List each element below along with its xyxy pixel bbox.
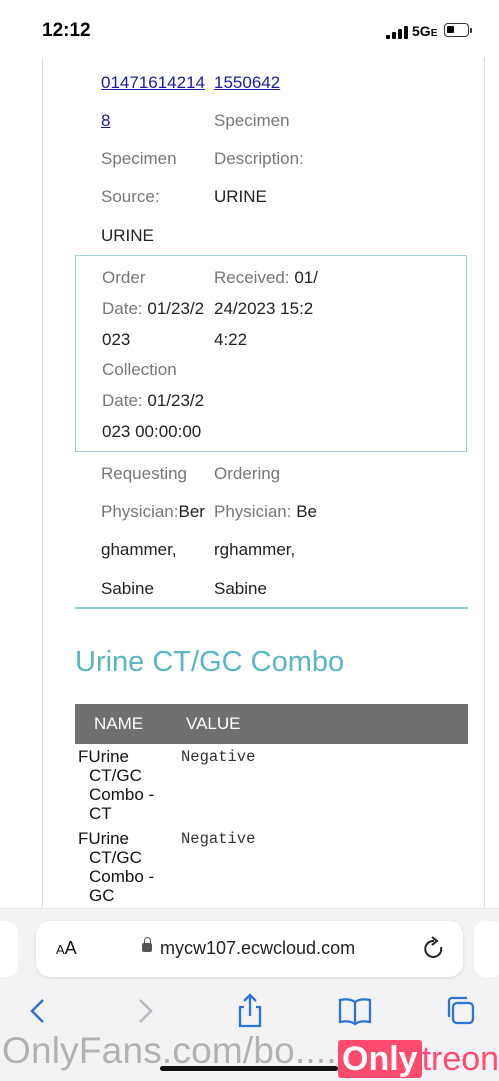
collection-date-label: Collection: [102, 360, 177, 379]
address-bar[interactable]: AA mycw107.ecwcloud.com: [36, 921, 463, 977]
requesting-physician-line4: Sabine: [101, 579, 154, 598]
column-header-value: VALUE: [186, 714, 241, 733]
ordering-physician-line4: Sabine: [214, 579, 267, 598]
result-row-ct-value: Negative: [181, 748, 256, 766]
lab-report: 01471614214 1550642 8 Specimen Specimen …: [0, 58, 499, 908]
ordering-physician-line2: Physician: Be: [214, 502, 318, 521]
order-date-line3: 023: [102, 330, 131, 349]
received-date-line2: 24/2023 15:2: [214, 299, 314, 318]
book-icon: [338, 998, 372, 1026]
section-divider: [75, 607, 468, 609]
watermark-logo: Only treon: [338, 1040, 499, 1078]
content-border-right: [484, 58, 485, 908]
order-date-label: Order: [102, 268, 146, 287]
source-value: URINE: [101, 226, 154, 245]
forward-chevron-icon: [139, 999, 153, 1023]
column-header-name: NAME: [94, 714, 144, 733]
ordering-physician-label: Ordering: [214, 464, 281, 483]
specimen-label: Specimen: [214, 111, 290, 130]
collection-date-line3: 023 00:00:00: [102, 422, 202, 441]
url-text[interactable]: mycw107.ecwcloud.com: [160, 938, 355, 959]
requesting-physician-line2: Physician:Ber: [101, 502, 205, 521]
section-title: Urine CT/GC Combo: [75, 646, 345, 678]
accession-link-cont[interactable]: 8: [101, 111, 110, 131]
battery-icon: [444, 23, 472, 37]
tabs-button[interactable]: [441, 991, 481, 1031]
received-date-line3: 4:22: [214, 330, 248, 349]
description-label: Description:: [214, 149, 304, 168]
reload-icon[interactable]: [420, 935, 448, 963]
previous-tab-preview[interactable]: [0, 921, 18, 977]
status-bar: 12:12 5GE: [0, 0, 499, 58]
specimen-id-link[interactable]: 1550642: [214, 73, 280, 93]
content-border-left: [42, 58, 43, 908]
back-button[interactable]: [18, 991, 58, 1031]
accession-link[interactable]: 01471614214: [101, 73, 205, 93]
description-value: URINE: [214, 187, 267, 206]
share-icon: [238, 993, 262, 1028]
received-date-line1: Received: 01/: [214, 268, 318, 287]
requesting-physician-line3: ghammer,: [101, 540, 177, 559]
bookmarks-button[interactable]: [335, 991, 375, 1031]
clock: 12:12: [42, 20, 91, 41]
forward-button[interactable]: [125, 991, 165, 1031]
tabs-icon: [447, 996, 475, 1025]
source-label: Source:: [101, 187, 160, 206]
results-table-header: NAME VALUE: [75, 704, 468, 744]
result-row-gc-value: Negative: [181, 830, 256, 848]
next-tab-preview[interactable]: [474, 921, 499, 977]
collection-date-line2: Date: 01/23/2: [102, 391, 205, 410]
cellular-signal-icon: [386, 25, 408, 39]
order-date-line2: Date: 01/23/2: [102, 299, 205, 318]
requesting-physician-label: Requesting: [101, 464, 188, 483]
watermark-text: OnlyFans.com/bo.......: [2, 1030, 369, 1071]
lock-icon: [142, 937, 152, 952]
back-chevron-icon: [30, 999, 44, 1023]
network-type: 5GE: [412, 23, 438, 39]
share-button[interactable]: [230, 991, 270, 1031]
result-row-ct-name: FUrine CT/GC Combo - CT: [78, 747, 155, 823]
result-row-gc-name: FUrine CT/GC Combo - GC: [78, 829, 155, 905]
ordering-physician-line3: rghammer,: [214, 540, 296, 559]
specimen-source-label: Specimen: [101, 149, 177, 168]
text-size-button[interactable]: AA: [56, 938, 77, 959]
